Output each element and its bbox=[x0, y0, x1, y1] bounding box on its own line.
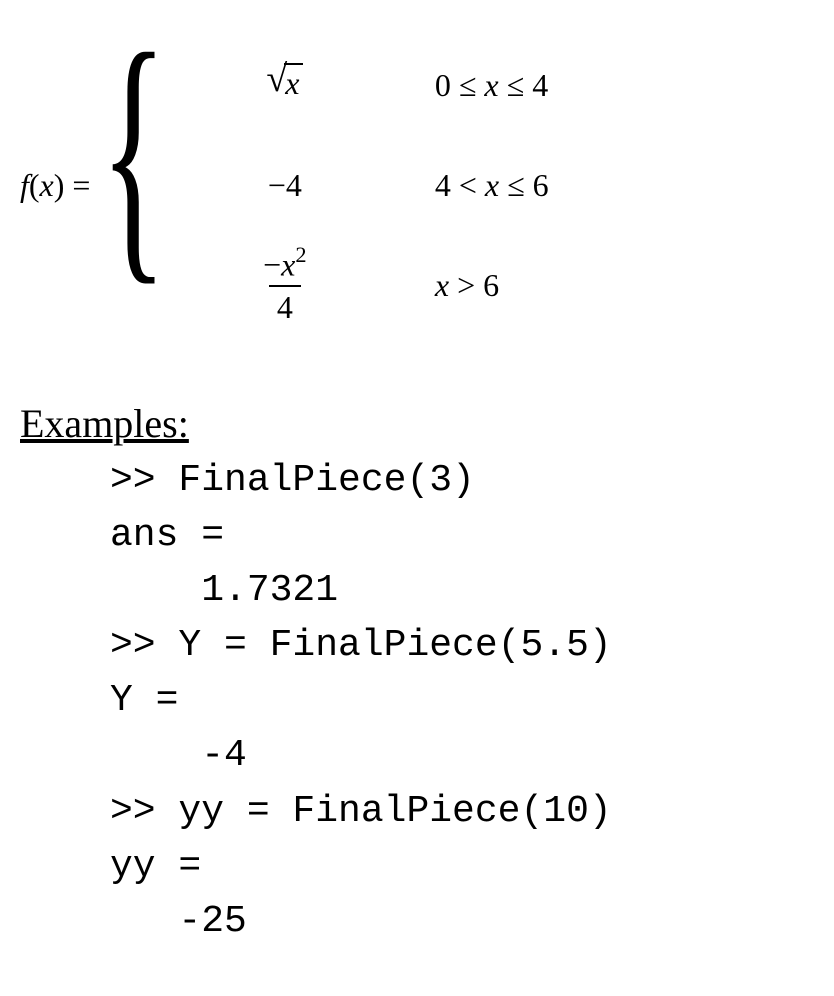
expr-neg4: −4 bbox=[205, 167, 365, 204]
cond1-x: x bbox=[484, 67, 498, 103]
examples-heading: Examples: bbox=[20, 400, 814, 447]
numerator: −x2 bbox=[255, 244, 314, 286]
code-examples: >> FinalPiece(3) ans = 1.7321 >> Y = Fin… bbox=[20, 453, 814, 949]
case-row-2: −4 4 < x ≤ 6 bbox=[205, 135, 715, 235]
code-line-4: Y = bbox=[110, 679, 178, 722]
code-line-0: >> FinalPiece(3) bbox=[110, 459, 475, 502]
cond1-part1: 0 ≤ bbox=[435, 67, 485, 103]
cond3-x: x bbox=[435, 267, 449, 303]
equals-sign: = bbox=[64, 167, 90, 203]
num-x: x bbox=[281, 246, 295, 282]
radical-symbol: √ bbox=[266, 57, 287, 101]
code-line-8: -25 bbox=[110, 900, 247, 943]
expr-frac: −x2 4 bbox=[205, 244, 365, 327]
close-paren: ) bbox=[54, 167, 65, 203]
left-brace: { bbox=[100, 12, 167, 342]
expr-sqrt: √ x bbox=[205, 63, 365, 107]
open-paren: ( bbox=[29, 167, 40, 203]
cond2-part2: ≤ 6 bbox=[499, 167, 549, 203]
function-label: f(x) = bbox=[20, 167, 100, 204]
x-var: x bbox=[40, 167, 54, 203]
denominator: 4 bbox=[269, 285, 301, 326]
num-sup: 2 bbox=[295, 242, 306, 267]
piecewise-equation: f(x) = { √ x 0 ≤ x ≤ 4 −4 4 < x ≤ 6 bbox=[20, 20, 814, 350]
code-line-2: 1.7321 bbox=[110, 569, 338, 612]
num-minus: − bbox=[263, 246, 281, 282]
condition-1: 0 ≤ x ≤ 4 bbox=[365, 67, 715, 104]
condition-2: 4 < x ≤ 6 bbox=[365, 167, 715, 204]
f-symbol: f bbox=[20, 167, 29, 203]
condition-3: x > 6 bbox=[365, 267, 715, 304]
cond1-part2: ≤ 4 bbox=[499, 67, 549, 103]
cond3-gt: > 6 bbox=[449, 267, 499, 303]
case-row-1: √ x 0 ≤ x ≤ 4 bbox=[205, 35, 715, 135]
cases-group: { √ x 0 ≤ x ≤ 4 −4 4 < x ≤ 6 bbox=[100, 20, 714, 350]
code-line-1: ans = bbox=[110, 514, 224, 557]
code-line-3: >> Y = FinalPiece(5.5) bbox=[110, 624, 612, 667]
code-line-7: yy = bbox=[110, 845, 201, 888]
code-line-5: -4 bbox=[110, 734, 247, 777]
cond2-part1: 4 < bbox=[435, 167, 485, 203]
cases-column: √ x 0 ≤ x ≤ 4 −4 4 < x ≤ 6 −x2 bbox=[205, 20, 715, 350]
code-line-6: >> yy = FinalPiece(10) bbox=[110, 790, 612, 833]
case-row-3: −x2 4 x > 6 bbox=[205, 235, 715, 335]
cond2-x: x bbox=[485, 167, 499, 203]
